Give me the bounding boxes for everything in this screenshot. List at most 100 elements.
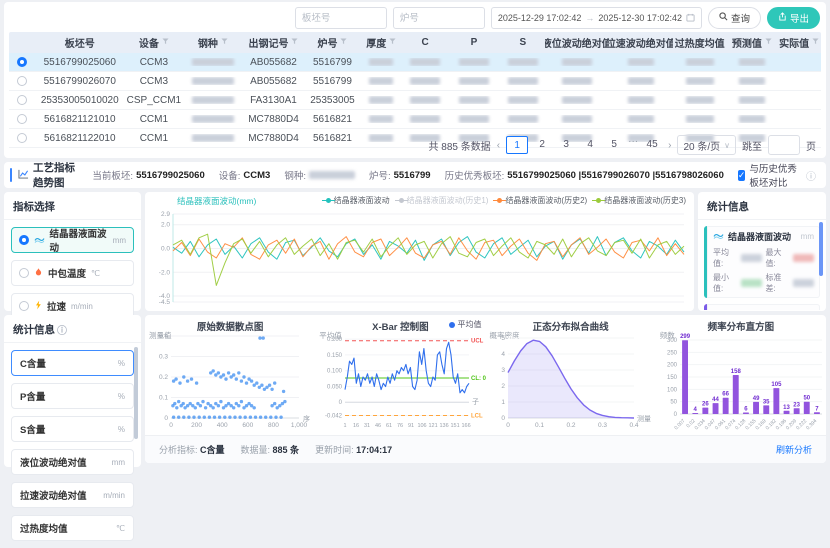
stats-field-label: 最小值: xyxy=(713,272,738,294)
normal-chart-slot: 概率密度 正态分布拟合曲线 01234500.10.20.30.4测量 xyxy=(486,317,656,435)
export-button[interactable]: 导出 xyxy=(767,7,820,29)
redacted-value xyxy=(192,58,234,66)
table-row[interactable]: 5516799025060CCM3AB0556825516799 xyxy=(9,53,821,72)
page-number-5[interactable]: 5 xyxy=(604,136,624,152)
legend-item[interactable]: 结晶器液面波动(历史3) xyxy=(596,195,686,206)
metric-item[interactable]: 拉速波动绝对值m/min xyxy=(11,482,134,508)
svg-text:200: 200 xyxy=(667,363,678,369)
date-range-picker[interactable]: 2025-12-29 17:02:42 → 2025-12-30 17:02:4… xyxy=(491,7,702,29)
charts-row: 测量值 原始数据散点图 00.10.20.30.402004006008001,… xyxy=(145,315,826,435)
indicator-radio[interactable] xyxy=(19,235,29,245)
analysis-footer-items: 分析指标: C含量数据量: 885 条更新时间: 17:04:17 xyxy=(159,443,392,456)
jump-label: 跳至 xyxy=(742,138,762,153)
scatter-chart-slot: 测量值 原始数据散点图 00.10.20.30.402004006008001,… xyxy=(145,317,315,435)
table-row[interactable]: 5516799026070CCM3AB0556825516799 xyxy=(9,72,821,91)
table-row[interactable]: 25353005010020CSP_CCM1FA3130A125353005 xyxy=(9,91,821,110)
indicator-radio[interactable] xyxy=(19,301,29,311)
redacted-value xyxy=(309,171,355,179)
checkbox-checked-icon[interactable]: ✓ xyxy=(738,170,746,181)
cell-speed xyxy=(609,77,673,85)
legend-item[interactable]: 结晶器液面波动(历史1) xyxy=(399,195,489,206)
metric-item[interactable]: 过热度均值℃ xyxy=(11,515,134,541)
metric-item[interactable]: S含量% xyxy=(11,416,134,442)
redacted-value xyxy=(410,115,440,123)
cell-superheat xyxy=(673,58,727,66)
row-radio[interactable] xyxy=(17,57,27,67)
metric-item[interactable]: 液位波动绝对值mm xyxy=(11,449,134,475)
row-radio[interactable] xyxy=(17,76,27,86)
svg-text:2.9: 2.9 xyxy=(161,211,170,218)
filter-icon[interactable] xyxy=(340,37,347,48)
jump-page-input[interactable] xyxy=(768,135,800,155)
filter-icon[interactable] xyxy=(162,37,169,48)
trend-info-value: 5516799 xyxy=(394,170,431,181)
indicator-item-℃[interactable]: 中包温度℃ xyxy=(11,260,134,286)
column-header-label: 预测值 xyxy=(732,35,762,50)
stats-scrollbar[interactable] xyxy=(819,222,823,276)
furnace-no-input[interactable] xyxy=(393,7,485,29)
chevron-down-icon: ∨ xyxy=(724,141,730,150)
legend-item[interactable]: 结晶器液面波动(历史2) xyxy=(497,195,587,206)
indicator-unit: mm xyxy=(113,236,126,245)
redacted-value xyxy=(739,115,765,123)
cell-radio xyxy=(9,114,36,124)
filter-icon[interactable] xyxy=(812,37,819,48)
prev-page-button[interactable]: ‹ xyxy=(497,140,500,151)
slab-table-card: 2025-12-29 17:02:42 → 2025-12-30 17:02:4… xyxy=(4,2,826,158)
page-number-3[interactable]: 3 xyxy=(556,136,576,152)
svg-text:66: 66 xyxy=(722,392,729,398)
redacted-value xyxy=(739,77,765,85)
stats-card-title: 结晶器液面波动 xyxy=(728,230,791,243)
indicator-radio[interactable] xyxy=(19,268,29,278)
metric-item[interactable]: C含量% xyxy=(11,350,134,376)
next-page-button[interactable]: › xyxy=(668,140,671,151)
column-header-label: 实际值 xyxy=(779,35,809,50)
compare-label: 与历史优秀板坯对比 xyxy=(749,162,802,188)
slab-no-input[interactable] xyxy=(295,7,387,29)
cell-liquid xyxy=(545,115,609,123)
cell-furnace: 25353005 xyxy=(306,95,360,106)
compare-toggle[interactable]: ✓ 与历史优秀板坯对比 ⓘ xyxy=(738,162,826,188)
column-header-steel: 钢种 xyxy=(184,35,241,50)
row-radio[interactable] xyxy=(17,133,27,143)
page-number-45[interactable]: 45 xyxy=(642,136,662,152)
page-number-2[interactable]: 2 xyxy=(532,136,552,152)
cell-radio xyxy=(9,57,36,67)
redacted-value xyxy=(459,77,489,85)
cell-tap: MC7880D4 xyxy=(241,114,305,125)
svg-text:-0.042: -0.042 xyxy=(325,413,343,419)
xbar-chart-slot: 平均值 X-Bar 控制图 平均值 0.2000.1500.1000.0500-… xyxy=(315,317,485,435)
cell-c xyxy=(403,96,447,104)
refresh-analysis-link[interactable]: 刷新分析 xyxy=(776,443,812,456)
page-number-4[interactable]: 4 xyxy=(580,136,600,152)
cell-superheat xyxy=(673,77,727,85)
cell-s xyxy=(501,96,545,104)
metric-item[interactable]: P含量% xyxy=(11,383,134,409)
search-button[interactable]: 查询 xyxy=(708,7,761,29)
trend-info-label: 设备: xyxy=(219,168,241,182)
svg-text:151: 151 xyxy=(451,423,460,429)
trend-title: 工艺指标趋势图 xyxy=(18,162,78,188)
legend-dot-icon xyxy=(399,198,404,203)
table-row[interactable]: 5616821121010CCM1MC7880D45616821 xyxy=(9,110,821,129)
trend-info-item: 钢种: xyxy=(284,168,355,182)
row-radio[interactable] xyxy=(17,95,27,105)
svg-text:26: 26 xyxy=(702,402,709,408)
page-number-1[interactable]: 1 xyxy=(506,136,528,154)
analysis-charts-card: 测量值 原始数据散点图 00.10.20.30.402004006008001,… xyxy=(145,315,826,463)
legend-item[interactable]: 结晶器液面波动 xyxy=(326,195,390,206)
page-size-select[interactable]: 20 条/页∨ xyxy=(677,135,736,155)
metric-scrollbar[interactable] xyxy=(134,347,138,439)
filter-icon[interactable] xyxy=(221,37,228,48)
column-header-s: S xyxy=(501,37,545,48)
xbar-legend[interactable]: 平均值 xyxy=(449,319,482,330)
stats-field-label: 最大值: xyxy=(766,247,791,269)
svg-text:0.1: 0.1 xyxy=(159,395,168,402)
filter-icon[interactable] xyxy=(389,37,396,48)
filter-icon[interactable] xyxy=(291,37,298,48)
metric-unit: m/min xyxy=(103,491,125,500)
indicator-select-panel: 指标选择 结晶器液面波动mm中包温度℃拉速m/min xyxy=(4,192,141,311)
indicator-item-mm[interactable]: 结晶器液面波动mm xyxy=(11,227,134,253)
filter-icon[interactable] xyxy=(765,37,772,48)
row-radio[interactable] xyxy=(17,114,27,124)
